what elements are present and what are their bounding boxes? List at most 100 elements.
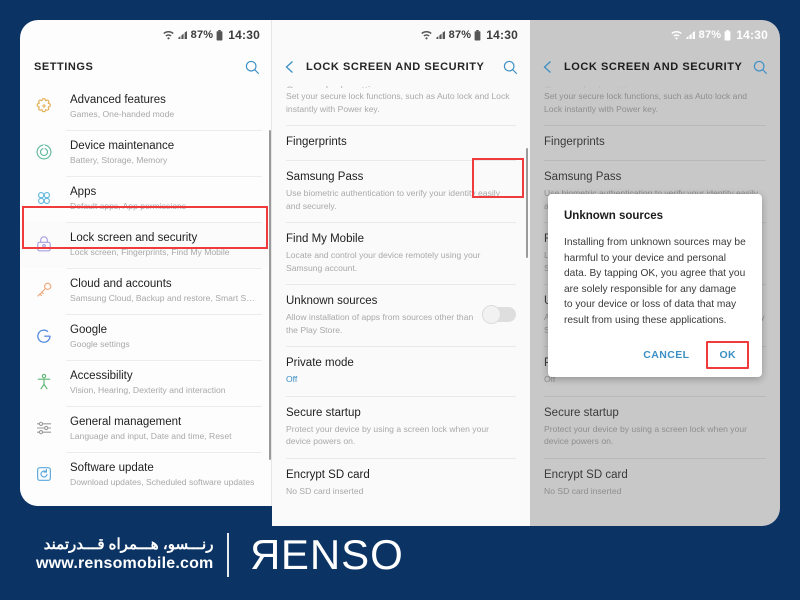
footer-branding: رنـــسو، هـــمراه قـــدرتمند www.rensomo… (0, 510, 800, 600)
sidebar-item-lock-screen-and-security[interactable]: Lock screen and security Lock screen, Fin… (20, 222, 272, 268)
settings-item-text: Advanced features Games, One-handed mode (70, 93, 258, 121)
search-icon[interactable] (503, 60, 518, 75)
security-item-desc: Set your secure lock functions, such as … (286, 91, 510, 114)
ok-button-wrapper: OK (706, 341, 749, 369)
security-item-title: Secure startup (544, 406, 619, 419)
settings-item-subtitle: Games, One-handed mode (70, 109, 175, 119)
panel1-scrollbar[interactable] (268, 130, 271, 460)
settings-item-text: General management Language and input, Da… (70, 415, 258, 443)
page-title: LOCK SCREEN AND SECURITY (306, 61, 485, 73)
security-item-text: Fingerprints (286, 134, 516, 150)
security-item-text: Encrypt SD card No SD card inserted (544, 467, 766, 498)
settings-item-subtitle: Samsung Cloud, Backup and restore, Smart… (70, 293, 258, 303)
unknown-sources-dialog: Unknown sources Installing from unknown … (548, 194, 762, 377)
security-item-find-my-mobile[interactable]: Find My Mobile Locate and control your de… (272, 222, 530, 284)
security-item-fingerprints[interactable]: Fingerprints (272, 125, 530, 160)
settings-item-subtitle: Lock screen, Fingerprints, Find My Mobil… (70, 247, 230, 257)
settings-item-text: Cloud and accounts Samsung Cloud, Backup … (70, 277, 258, 305)
battery-percent: 87% (190, 29, 214, 41)
settings-item-title: Lock screen and security (70, 232, 198, 244)
footer-tagline: رنـــسو، هـــمراه قـــدرتمند (43, 535, 214, 553)
sidebar-item-google[interactable]: Google Google settings (20, 314, 272, 360)
search-icon[interactable] (245, 60, 260, 75)
sidebar-item-apps[interactable]: Apps Default apps, App permissions (20, 176, 272, 222)
settings-item-subtitle: Google settings (70, 339, 130, 349)
security-item-title: Samsung Pass (286, 171, 364, 183)
security-item-title: Private mode (286, 357, 354, 369)
security-item-encrypt-sd-card[interactable]: Encrypt SD card No SD card inserted (272, 457, 530, 508)
dialog-body: Installing from unknown sources may be h… (564, 237, 746, 326)
clock: 14:30 (736, 28, 768, 42)
sidebar-item-general-management[interactable]: General management Language and input, Da… (20, 406, 272, 452)
settings-item-title: General management (70, 416, 182, 428)
panel2-scrollbar[interactable] (525, 148, 528, 258)
security-item-secure-startup[interactable]: Secure startup Protect your device by usi… (530, 395, 780, 458)
signal-icon (685, 30, 696, 40)
status-bar: 87% 14:30 (272, 20, 530, 50)
security-item-secure-lock-settings[interactable]: Secure lock settings Set your secure lock… (272, 84, 530, 125)
sidebar-item-software-update[interactable]: Software update Download updates, Schedul… (20, 452, 272, 498)
sidebar-item-cloud-and-accounts[interactable]: Cloud and accounts Samsung Cloud, Backup … (20, 268, 272, 314)
sidebar-item-accessibility[interactable]: Accessibility Vision, Hearing, Dexterity … (20, 360, 272, 406)
status-bar: 87% 14:30 (530, 20, 780, 50)
footer-divider (227, 533, 230, 577)
clock: 14:30 (486, 28, 518, 42)
security-item-unknown-sources[interactable]: Unknown sources Allow installation of app… (272, 284, 530, 346)
security-item-title: Fingerprints (544, 136, 605, 148)
sidebar-item-device-maintenance[interactable]: Device maintenance Battery, Storage, Memo… (20, 130, 272, 176)
security-item-title: Secure lock settings (544, 84, 766, 88)
security-item-title: Unknown sources (286, 295, 378, 307)
security-item-secure-startup[interactable]: Secure startup Protect your device by usi… (272, 395, 530, 458)
settings-list: Advanced features Games, One-handed mode D… (20, 84, 272, 498)
renso-logo: R ENSO (249, 531, 403, 579)
security-item-private-mode[interactable]: Private mode Off (272, 346, 530, 396)
chevron-left-icon[interactable] (542, 60, 554, 74)
settings-item-subtitle: Language and input, Date and time, Reset (70, 431, 232, 441)
wifi-icon (162, 30, 174, 40)
settings-panel: 87% 14:30 SETTINGS Advanced features Game… (20, 20, 272, 506)
unknown-sources-toggle[interactable] (482, 305, 516, 324)
security-item-title: Secure startup (286, 406, 361, 419)
settings-item-subtitle: Download updates, Scheduled software upd… (70, 477, 255, 487)
security-item-desc: Use biometric authentication to verify y… (286, 188, 500, 211)
logo-first-letter: R (249, 531, 281, 578)
page-title: SETTINGS (34, 61, 94, 73)
lock-security-dialog-panel: 87% 14:30 LOCK SCREEN AND SECURITY Secur… (530, 20, 780, 526)
sidebar-item-advanced-features[interactable]: Advanced features Games, One-handed mode (20, 84, 272, 130)
settings-item-title: Device maintenance (70, 140, 175, 152)
apps-grid-icon (30, 185, 58, 208)
ok-button[interactable]: OK (709, 343, 746, 367)
security-item-secure-lock-settings[interactable]: Secure lock settings Set your secure lock… (530, 84, 780, 125)
signal-icon (435, 30, 446, 40)
search-icon[interactable] (753, 60, 768, 75)
chevron-left-icon[interactable] (284, 60, 296, 74)
device-maintenance-icon (30, 139, 58, 162)
wifi-icon (420, 30, 432, 40)
security-item-title: Encrypt SD card (544, 468, 628, 481)
page-title: LOCK SCREEN AND SECURITY (564, 61, 743, 73)
settings-item-text: Device maintenance Battery, Storage, Memo… (70, 139, 258, 167)
accessibility-icon (30, 369, 58, 392)
status-bar: 87% 14:30 (20, 20, 272, 50)
security-item-desc: Locate and control your device remotely … (286, 250, 481, 273)
wifi-icon (670, 30, 682, 40)
settings-item-text: Google Google settings (70, 323, 258, 351)
clock: 14:30 (228, 28, 260, 42)
security-item-samsung-pass[interactable]: Samsung Pass Use biometric authentication… (272, 160, 530, 222)
cancel-button[interactable]: CANCEL (633, 343, 699, 367)
footer-text-block: رنـــسو، هـــمراه قـــدرتمند www.rensomo… (36, 536, 227, 575)
settings-item-title: Cloud and accounts (70, 278, 172, 290)
settings-item-text: Software update Download updates, Schedul… (70, 461, 258, 489)
settings-item-title: Apps (70, 186, 97, 198)
battery-icon (474, 29, 481, 41)
security-item-text: Fingerprints (544, 134, 766, 150)
dialog-title: Unknown sources (564, 210, 664, 222)
security-item-encrypt-sd-card[interactable]: Encrypt SD card No SD card inserted (530, 457, 780, 508)
security-item-fingerprints[interactable]: Fingerprints (530, 125, 780, 160)
screenshot-stage: 87% 14:30 SETTINGS Advanced features Game… (0, 0, 800, 600)
security-item-desc: Off (286, 374, 298, 384)
key-icon (30, 277, 58, 300)
security-item-desc: Set your secure lock functions, such as … (544, 91, 748, 114)
logo-rest: ENSO (280, 531, 404, 578)
settings-item-title: Advanced features (70, 94, 166, 106)
